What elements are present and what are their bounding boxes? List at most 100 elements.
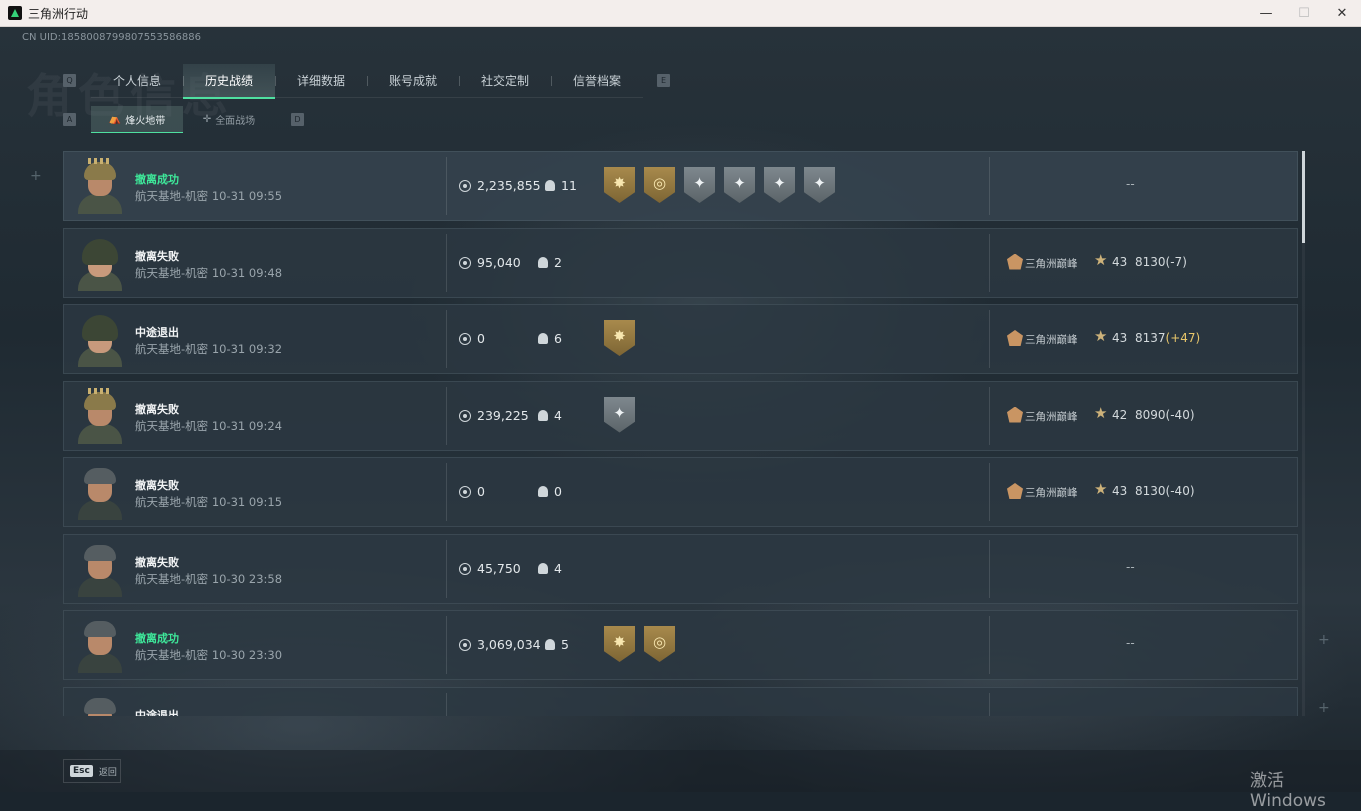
kill-count: 11	[561, 178, 577, 193]
operator-avatar	[74, 541, 126, 597]
rank-points: 8130(-40)	[1135, 484, 1195, 498]
subtab-operations[interactable]: ⛺ 烽火地带	[91, 106, 183, 133]
match-time: 10-30 23:30	[211, 648, 283, 662]
match-record-row[interactable]: 中途退出 航天基地-机密 10-31 09:32 0 6 ✸ 三角洲巅峰 ★ 43 8137(+…	[63, 304, 1298, 374]
extraction-status: 撤离失败	[135, 402, 179, 416]
rank-score-delta: (+47)	[1165, 331, 1201, 345]
kills-icon	[538, 409, 548, 421]
loot-value: 0	[477, 331, 485, 346]
medal-list: ✸ ◎	[604, 626, 675, 662]
coin-value-icon	[459, 562, 471, 575]
medal-list: ✦	[604, 396, 635, 433]
subtab-warfare[interactable]: ✛ 全面战场	[183, 106, 275, 132]
tab-prev-key-hint[interactable]: Q	[63, 74, 76, 87]
match-record-row[interactable]: 撤离失败 航天基地-机密 10-31 09:24 239,225 4 ✦ 三角洲巅峰 ★ 42…	[63, 380, 1298, 451]
rank-score-delta: (-7)	[1165, 254, 1187, 269]
kill-count: 2	[554, 254, 562, 270]
match-meta: 航天基地-机密 10-31 09:15	[135, 494, 282, 510]
medal-gold-icon[interactable]: ◎	[644, 626, 675, 662]
medal-silver-icon[interactable]: ✦	[804, 167, 835, 203]
coin-value-icon	[459, 639, 471, 651]
medal-gold-icon[interactable]: ✸	[604, 167, 635, 203]
match-record-row[interactable]: 撤离失败 航天基地-机密 10-31 09:15 0 0 三角洲巅峰 ★ 43 8130(-4…	[63, 457, 1298, 527]
rank-empty: --	[1126, 559, 1135, 574]
beacon-icon: ⛺	[108, 113, 122, 125]
star-icon: ★	[1094, 403, 1108, 422]
kill-count: 4	[554, 560, 562, 576]
tab-match-history[interactable]: 历史战绩	[183, 64, 275, 99]
column-divider	[989, 386, 990, 445]
medal-silver-icon[interactable]: ✦	[764, 167, 795, 203]
extraction-status: 撤离成功	[135, 173, 179, 186]
match-time: 10-31 09:32	[211, 342, 283, 356]
match-record-row[interactable]: 撤离成功 航天基地-机密 10-30 23:30 3,069,034 5 ✸ ◎ --	[63, 610, 1298, 680]
medal-gold-icon[interactable]: ✸	[604, 320, 635, 356]
tab-personal-info[interactable]: 个人信息	[91, 64, 183, 97]
rank-score-delta: (-40)	[1165, 407, 1195, 422]
operator-avatar	[74, 311, 126, 367]
tab-social-custom[interactable]: 社交定制	[459, 64, 551, 97]
match-meta: 航天基地-机密 10-31 09:55	[135, 188, 282, 204]
coin-value-icon	[459, 409, 471, 422]
map-name: 航天基地-机密	[135, 571, 209, 586]
rank-emblem-icon	[1007, 483, 1023, 499]
operator-avatar	[74, 235, 126, 291]
maximize-button[interactable]: ☐	[1285, 0, 1323, 26]
column-divider	[989, 692, 990, 716]
extraction-status: 撤离成功	[135, 632, 179, 645]
kills-icon	[538, 333, 548, 344]
match-meta: 航天基地-机密 10-30 23:58	[135, 571, 282, 587]
star-icon: ★	[1094, 327, 1108, 345]
column-divider	[446, 463, 447, 521]
medal-silver-icon[interactable]: ✦	[724, 167, 755, 203]
rank-score: 8130	[1135, 254, 1166, 269]
rank-emblem-icon	[1007, 406, 1023, 423]
rank-level: 43	[1112, 484, 1128, 498]
tab-credit-record[interactable]: 信誉档案	[551, 64, 643, 97]
rank-points: 8130(-7)	[1135, 255, 1187, 269]
subtab-next-key-hint[interactable]: D	[291, 113, 304, 126]
operator-avatar	[74, 617, 126, 673]
column-divider	[989, 157, 990, 215]
rank-name: 三角洲巅峰	[1025, 410, 1078, 423]
map-name: 航天基地-机密	[135, 418, 209, 433]
rank-name: 三角洲巅峰	[1025, 257, 1078, 270]
windows-activation-watermark: 激活 Windows	[1250, 771, 1326, 811]
back-button[interactable]: Esc 返回	[63, 759, 121, 783]
match-time: 10-31 09:15	[211, 495, 283, 509]
rank-points: 8090(-40)	[1135, 408, 1195, 422]
match-meta: 航天基地-机密 10-31 09:32	[135, 341, 282, 357]
medal-silver-icon[interactable]: ✦	[604, 396, 635, 433]
operator-avatar	[74, 158, 126, 214]
rank-points: 8137(+47)	[1135, 331, 1200, 345]
back-label: 返回	[98, 767, 117, 778]
tab-achievements[interactable]: 账号成就	[367, 64, 459, 97]
tab-next-key-hint[interactable]: E	[657, 74, 670, 87]
decor-crosshair: +	[1318, 632, 1330, 648]
decor-crosshair: +	[30, 168, 42, 184]
column-divider	[989, 539, 990, 598]
mode-subtabs: ⛺ 烽火地带 ✛ 全面战场	[91, 106, 275, 133]
rank-score: 8130	[1135, 484, 1166, 498]
tab-detailed-data[interactable]: 详细数据	[275, 64, 367, 97]
scrollbar-thumb[interactable]	[1302, 151, 1305, 243]
column-divider	[446, 692, 447, 716]
column-divider	[989, 463, 990, 521]
rank-level: 42	[1112, 407, 1128, 422]
footer-bar	[0, 750, 1361, 792]
match-record-row[interactable]: 撤离失败 航天基地-机密 10-31 09:48 95,040 2 三角洲巅峰 ★ 43 81…	[63, 227, 1298, 298]
match-record-row[interactable]: 撤离失败 航天基地-机密 10-30 23:58 45,750 4 --	[63, 533, 1298, 604]
kills-icon	[538, 486, 548, 497]
minimize-button[interactable]: —	[1247, 0, 1285, 26]
subtab-prev-key-hint[interactable]: A	[63, 113, 76, 126]
medal-gold-icon[interactable]: ✸	[604, 626, 635, 662]
operator-avatar	[74, 387, 126, 444]
map-name: 航天基地-机密	[135, 648, 209, 662]
window-title: 三角洲行动	[28, 6, 89, 21]
medal-silver-icon[interactable]: ✦	[684, 167, 715, 203]
match-history-list[interactable]: 撤离成功 航天基地-机密 10-31 09:55 2,235,855 11 ✸ ◎ ✦ ✦ ✦ ✦…	[63, 151, 1298, 716]
medal-gold-icon[interactable]: ◎	[644, 167, 675, 203]
match-record-row[interactable]: 中途退出	[63, 686, 1298, 716]
match-record-row[interactable]: 撤离成功 航天基地-机密 10-31 09:55 2,235,855 11 ✸ ◎ ✦ ✦ ✦ ✦…	[63, 151, 1298, 221]
close-button[interactable]: ✕	[1323, 0, 1361, 26]
